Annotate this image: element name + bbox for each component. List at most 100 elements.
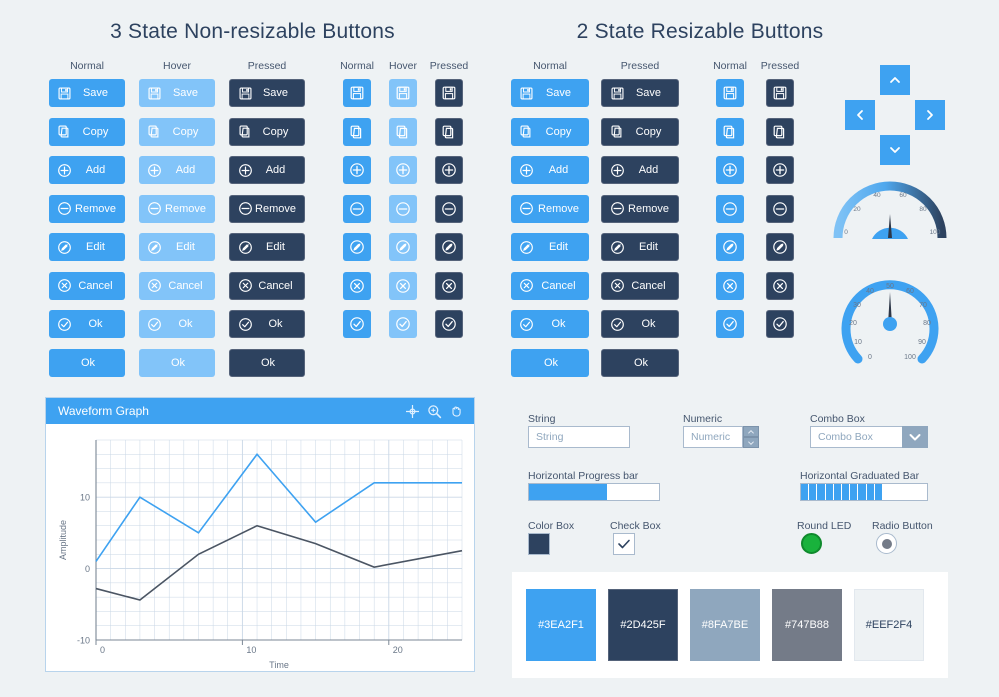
add-icon-button-hover[interactable] — [389, 156, 417, 184]
r-ok-icon-button-normal[interactable] — [716, 310, 744, 338]
add-icon-button-pressed[interactable] — [435, 156, 463, 184]
save-button-pressed[interactable]: Save — [229, 79, 305, 107]
copy-icon-button-hover[interactable] — [389, 117, 417, 146]
save-icon-button-hover[interactable] — [389, 79, 417, 107]
string-input[interactable]: String — [528, 426, 630, 448]
r-cancel-icon-button-normal[interactable] — [716, 271, 744, 300]
ok-icon-button-normal[interactable] — [343, 310, 371, 338]
numeric-input[interactable]: Numeric — [683, 426, 743, 448]
r-edit-icon-button-pressed[interactable] — [766, 233, 794, 261]
palette-swatch-3[interactable]: #747B88 — [772, 589, 842, 661]
ok-text-button-hover[interactable]: Ok — [139, 348, 215, 377]
ok-button-hover[interactable]: Ok — [139, 310, 215, 338]
floppy-disk-icon — [610, 86, 625, 101]
r-save-button-pressed[interactable]: Save — [601, 79, 679, 107]
spinner-down-icon[interactable] — [743, 437, 759, 448]
arrow-pad-right-button[interactable] — [915, 100, 945, 130]
edit-button-hover[interactable]: Edit — [139, 233, 215, 261]
palette-swatch-4[interactable]: #EEF2F4 — [854, 589, 924, 661]
ok-button-pressed[interactable]: Ok — [229, 310, 305, 338]
chevron-down-icon[interactable] — [902, 426, 928, 448]
add-button-pressed[interactable]: Add — [229, 156, 305, 184]
cancel-icon-button-hover[interactable] — [389, 271, 417, 300]
ok-button-normal[interactable]: Ok — [49, 310, 125, 338]
r-save-button-normal[interactable]: Save — [511, 79, 589, 107]
r-cancel-icon-button-pressed[interactable] — [766, 271, 794, 300]
edit-button-pressed[interactable]: Edit — [229, 233, 305, 261]
ok-text-button-normal[interactable]: Ok — [49, 348, 125, 377]
r-ok-icon-button-pressed[interactable] — [766, 310, 794, 338]
r-add-icon-button-normal[interactable] — [716, 156, 744, 184]
cancel-button-normal[interactable]: Cancel — [49, 271, 125, 300]
copy-button-pressed[interactable]: Copy — [229, 117, 305, 146]
r-add-button-pressed[interactable]: Add — [601, 156, 679, 184]
remove-icon-button-normal[interactable] — [343, 194, 371, 223]
r-edit-button-pressed[interactable]: Edit — [601, 233, 679, 261]
arrow-pad-down-button[interactable] — [880, 135, 910, 165]
r-cancel-button-normal[interactable]: Cancel — [511, 271, 589, 300]
ok-icon-button-hover[interactable] — [389, 310, 417, 338]
copy-icon-button-normal[interactable] — [343, 117, 371, 146]
color-box-swatch[interactable] — [528, 533, 550, 555]
cancel-icon-button-pressed[interactable] — [435, 271, 463, 300]
remove-button-normal[interactable]: Remove — [49, 194, 125, 223]
r-add-button-normal[interactable]: Add — [511, 156, 589, 184]
save-icon-button-pressed[interactable] — [435, 79, 463, 107]
cancel-button-hover[interactable]: Cancel — [139, 271, 215, 300]
zoom-magnifier-icon[interactable] — [424, 401, 444, 421]
r-remove-button-pressed[interactable]: Remove — [601, 194, 679, 223]
edit-button-normal[interactable]: Edit — [49, 233, 125, 261]
remove-button-pressed[interactable]: Remove — [229, 194, 305, 223]
ok-text-button-pressed[interactable]: Ok — [229, 348, 305, 377]
r-save-icon-button-pressed[interactable] — [766, 79, 794, 107]
add-button-hover[interactable]: Add — [139, 156, 215, 184]
minus-circle-icon — [57, 201, 72, 216]
copy-button-normal[interactable]: Copy — [49, 117, 125, 146]
copy-button-hover[interactable]: Copy — [139, 117, 215, 146]
r-copy-button-pressed[interactable]: Copy — [601, 117, 679, 146]
r-ok-button-normal[interactable]: Ok — [511, 310, 589, 338]
spinner-up-icon[interactable] — [743, 426, 759, 437]
save-icon-button-normal[interactable] — [343, 79, 371, 107]
edit-icon-button-hover[interactable] — [389, 233, 417, 261]
add-icon-button-normal[interactable] — [343, 156, 371, 184]
arrow-pad-up-button[interactable] — [880, 65, 910, 95]
r-remove-icon-button-normal[interactable] — [716, 194, 744, 223]
radio-button[interactable] — [876, 533, 897, 554]
copy-icon-button-pressed[interactable] — [435, 117, 463, 146]
palette-swatch-2[interactable]: #8FA7BE — [690, 589, 760, 661]
r-copy-icon-button-pressed[interactable] — [766, 117, 794, 146]
horizontal-graduated-bar — [800, 483, 928, 501]
r-remove-button-normal[interactable]: Remove — [511, 194, 589, 223]
r-cancel-button-pressed[interactable]: Cancel — [601, 271, 679, 300]
cancel-button-pressed[interactable]: Cancel — [229, 271, 305, 300]
cancel-icon-button-normal[interactable] — [343, 271, 371, 300]
r-add-icon-button-pressed[interactable] — [766, 156, 794, 184]
r-copy-icon-button-normal[interactable] — [716, 117, 744, 146]
crosshair-cursor-icon[interactable] — [402, 401, 422, 421]
r-ok-button-pressed[interactable]: Ok — [601, 310, 679, 338]
remove-button-hover[interactable]: Remove — [139, 194, 215, 223]
edit-icon-button-pressed[interactable] — [435, 233, 463, 261]
save-button-hover[interactable]: Save — [139, 79, 215, 107]
r-edit-icon-button-normal[interactable] — [716, 233, 744, 261]
save-button-normal[interactable]: Save — [49, 79, 125, 107]
r-remove-icon-button-pressed[interactable] — [766, 194, 794, 223]
ok-icon-button-pressed[interactable] — [435, 310, 463, 338]
arrow-pad-left-button[interactable] — [845, 100, 875, 130]
rgauge-tick-0: 0 — [868, 354, 872, 361]
edit-icon-button-normal[interactable] — [343, 233, 371, 261]
arrow-pad — [845, 65, 945, 165]
r-edit-button-normal[interactable]: Edit — [511, 233, 589, 261]
check-box[interactable] — [613, 533, 635, 555]
palette-swatch-0[interactable]: #3EA2F1 — [526, 589, 596, 661]
r-save-icon-button-normal[interactable] — [716, 79, 744, 107]
r-copy-button-normal[interactable]: Copy — [511, 117, 589, 146]
remove-icon-button-hover[interactable] — [389, 194, 417, 223]
add-button-normal[interactable]: Add — [49, 156, 125, 184]
r-ok-text-button-pressed[interactable]: Ok — [601, 348, 679, 377]
pan-hand-icon[interactable] — [446, 401, 466, 421]
r-ok-text-button-normal[interactable]: Ok — [511, 348, 589, 377]
palette-swatch-1[interactable]: #2D425F — [608, 589, 678, 661]
remove-icon-button-pressed[interactable] — [435, 194, 463, 223]
